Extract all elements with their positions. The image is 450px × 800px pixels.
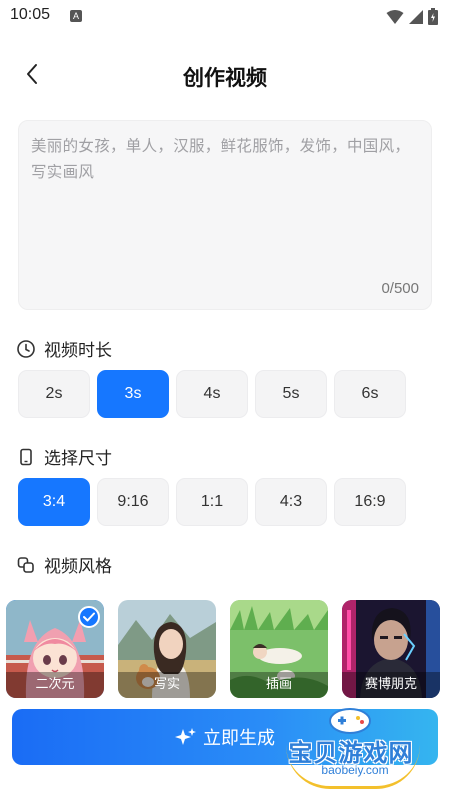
style-section-label: 视频风格: [16, 552, 112, 577]
wifi-icon: [386, 9, 404, 24]
notification-icon: A: [70, 10, 82, 22]
duration-options: 2s 3s 4s 5s 6s: [18, 370, 406, 418]
size-option[interactable]: 16:9: [334, 478, 406, 526]
status-time: 10:05: [10, 6, 51, 23]
style-card-label: 插画: [230, 672, 328, 698]
generate-button-label: 立即生成: [203, 728, 275, 749]
size-option[interactable]: 9:16: [97, 478, 169, 526]
style-options: 二次元 写实 插画 赛博朋克: [6, 600, 440, 698]
style-card[interactable]: 插画: [230, 600, 328, 698]
style-card-label: 二次元: [6, 672, 104, 698]
duration-label: 视频时长: [44, 341, 112, 361]
size-option[interactable]: 3:4: [18, 478, 90, 526]
style-card[interactable]: 二次元: [6, 600, 104, 698]
size-option[interactable]: 1:1: [176, 478, 248, 526]
duration-option[interactable]: 6s: [334, 370, 406, 418]
watermark-url: baobeiy.com: [321, 763, 389, 777]
clock-icon: [17, 339, 35, 358]
prompt-textarea[interactable]: 美丽的女孩，单人，汉服，鲜花服饰，发饰，中国风，写实画风 0/500: [18, 120, 432, 310]
status-bar: 10:05 A: [0, 0, 450, 32]
duration-section-label: 视频时长: [16, 336, 112, 361]
signal-icon: [409, 9, 423, 24]
style-label: 视频风格: [44, 557, 112, 577]
page-title: 创作视频: [183, 66, 267, 90]
style-card[interactable]: 写实: [118, 600, 216, 698]
size-section-label: 选择尺寸: [16, 444, 112, 469]
overlap-squares-icon: [17, 556, 34, 573]
prompt-placeholder: 美丽的女孩，单人，汉服，鲜花服饰，发饰，中国风，写实画风: [31, 137, 411, 181]
duration-option[interactable]: 3s: [97, 370, 169, 418]
status-icons: [386, 8, 438, 25]
sparkle-icon: [175, 728, 196, 745]
phone-icon: [20, 448, 32, 465]
style-card[interactable]: 赛博朋克: [342, 600, 440, 698]
duration-option[interactable]: 4s: [176, 370, 248, 418]
header: 创作视频: [0, 52, 450, 100]
size-options: 3:4 9:16 1:1 4:3 16:9: [18, 478, 406, 526]
character-counter: 0/500: [381, 280, 419, 297]
size-label: 选择尺寸: [44, 449, 112, 469]
generate-button[interactable]: 立即生成: [12, 709, 438, 765]
size-option[interactable]: 4:3: [255, 478, 327, 526]
battery-icon: [428, 8, 438, 25]
style-card-label: 赛博朋克: [342, 672, 440, 698]
duration-option[interactable]: 5s: [255, 370, 327, 418]
selected-check-icon: [78, 606, 100, 628]
duration-option[interactable]: 2s: [18, 370, 90, 418]
style-card-label: 写实: [118, 672, 216, 698]
